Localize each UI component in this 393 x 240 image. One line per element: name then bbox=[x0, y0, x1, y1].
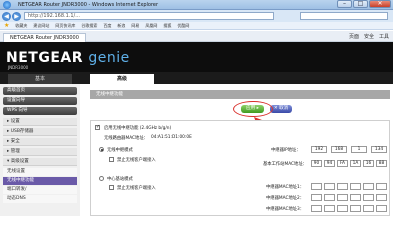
favorite-link[interactable]: 网易 bbox=[131, 23, 139, 29]
base-station-mode-radio[interactable] bbox=[99, 176, 104, 181]
safety-menu[interactable]: 安全 bbox=[364, 33, 374, 40]
sidebar-item-advanced-home[interactable]: 高级首页 bbox=[3, 87, 77, 95]
sidebar-item-wireless-repeating[interactable]: 无线中继功能 bbox=[3, 177, 77, 185]
sidebar-item-setup-wizard[interactable]: 设置向导 bbox=[3, 97, 77, 105]
disable-client-checkbox[interactable] bbox=[109, 157, 114, 162]
sidebar-item-security[interactable]: ▸ 安全 bbox=[3, 138, 77, 146]
repeater-mac-1-byte[interactable] bbox=[376, 183, 387, 190]
forward-icon[interactable]: ▶ bbox=[12, 12, 21, 21]
star-icon[interactable]: ★ bbox=[4, 22, 9, 29]
minimize-button[interactable]: – bbox=[337, 0, 352, 8]
enable-repeater-checkbox[interactable] bbox=[95, 124, 100, 130]
sidebar-item-port-forwarding[interactable]: 端口转发/ bbox=[3, 186, 77, 194]
repeater-mac-1-byte[interactable] bbox=[337, 183, 348, 190]
repeater-ip-octet-4[interactable]: 134 bbox=[371, 146, 387, 153]
repeater-ip-octet-3[interactable]: 1 bbox=[351, 146, 367, 153]
favorite-link[interactable]: 谷歌搜索 bbox=[81, 23, 97, 29]
repeater-mac-2-byte[interactable] bbox=[376, 194, 387, 201]
ie-logo-icon bbox=[3, 1, 11, 9]
page-menu[interactable]: 页面 bbox=[349, 33, 359, 40]
maximize-button[interactable]: □ bbox=[353, 0, 368, 8]
repeater-mac-3-byte[interactable] bbox=[350, 205, 361, 212]
sidebar-item-wireless-settings[interactable]: 无线设置 bbox=[3, 168, 77, 176]
favorite-link[interactable]: 网页快讯库 bbox=[55, 23, 75, 29]
repeater-mac-3-byte[interactable] bbox=[376, 205, 387, 212]
brand-name: NETGEAR bbox=[6, 50, 83, 66]
router-banner: NETGEAR genie JNDR3000 bbox=[0, 42, 393, 72]
sidebar-item-usb-storage[interactable]: ▸ USB存储器 bbox=[3, 128, 77, 136]
sidebar: 高级首页 设置向导 WPS 向导 ▸ 设置 ▸ USB存储器 ▸ 安全 ▸ 管理… bbox=[0, 84, 80, 216]
sidebar-item-setup[interactable]: ▸ 设置 bbox=[3, 118, 77, 126]
repeater-options-panel: 启用无线中继功能 (2.4GHz b/g/n) 无线路由器MAC地址： 04:A… bbox=[90, 120, 390, 216]
model-number: JNDR3000 bbox=[8, 65, 29, 70]
favorite-link[interactable]: 搜狐 bbox=[163, 23, 171, 29]
tab-advanced[interactable]: 高级 bbox=[90, 74, 154, 84]
search-input[interactable] bbox=[300, 12, 388, 20]
repeater-mac-3-byte[interactable] bbox=[363, 205, 374, 212]
repeater-mac-1-byte[interactable] bbox=[363, 183, 374, 190]
product-name: genie bbox=[88, 50, 130, 66]
command-bar: 页面 安全 工具 bbox=[349, 33, 389, 40]
favorite-link[interactable]: 百度 bbox=[103, 23, 111, 29]
base-mac-byte-5[interactable]: 16 bbox=[363, 160, 374, 167]
repeater-mode-label: 无线中继模式 bbox=[107, 148, 133, 153]
disable-client-label-2: 禁止无线客户端接入 bbox=[117, 186, 156, 191]
repeater-ip-label: 中继器IP地址： bbox=[271, 148, 301, 153]
repeater-mac-1-byte[interactable] bbox=[350, 183, 361, 190]
repeater-mac-2-label: 中继器MAC地址2： bbox=[266, 196, 305, 201]
disable-client-checkbox-2[interactable] bbox=[109, 185, 114, 190]
sidebar-item-administration[interactable]: ▸ 管理 bbox=[3, 148, 77, 156]
disable-client-label: 禁止无线客户端接入 bbox=[117, 158, 156, 163]
repeater-mac-1-byte[interactable] bbox=[311, 183, 322, 190]
favorite-link[interactable]: 新浪 bbox=[117, 23, 125, 29]
favorite-link[interactable]: 凤凰网 bbox=[145, 23, 157, 29]
main-content: 无线中继功能 应用 ▸ ✕ 取消 启用无线中继功能 (2.4GHz b/g/n)… bbox=[82, 84, 393, 216]
repeater-mac-2-byte[interactable] bbox=[350, 194, 361, 201]
repeater-mac-2-byte[interactable] bbox=[311, 194, 322, 201]
repeater-mac-3-byte[interactable] bbox=[337, 205, 348, 212]
base-mac-byte-3[interactable]: FA bbox=[337, 160, 348, 167]
repeater-mac-1-byte[interactable] bbox=[324, 183, 335, 190]
repeater-ip-octet-1[interactable]: 192 bbox=[311, 146, 327, 153]
favorites-bar: ★ 收藏夹 建议网站 网页快讯库 谷歌搜索 百度 新浪 网易 凤凰网 搜狐 优酷… bbox=[0, 22, 393, 30]
browser-tab[interactable]: NETGEAR Router JNDR3000 bbox=[3, 33, 86, 42]
repeater-mac-2-byte[interactable] bbox=[337, 194, 348, 201]
repeater-mac-3-byte[interactable] bbox=[324, 205, 335, 212]
browser-tab-bar: NETGEAR Router JNDR3000 页面 安全 工具 bbox=[0, 31, 393, 42]
repeater-mac-2-byte[interactable] bbox=[363, 194, 374, 201]
base-station-mac-label: 基本工作站MAC地址： bbox=[263, 162, 307, 167]
main-tabs: 基本 高级 bbox=[0, 72, 393, 84]
enable-repeater-label: 启用无线中继功能 (2.4GHz b/g/n) bbox=[104, 126, 172, 131]
address-bar: ◀ ▶ http://192.168.1.1/... bbox=[0, 10, 393, 22]
favorite-link[interactable]: 收藏夹 bbox=[15, 23, 27, 29]
base-station-mode-label: 中心基站模式 bbox=[107, 177, 133, 182]
repeater-mac-3-byte[interactable] bbox=[311, 205, 322, 212]
favorite-link[interactable]: 建议网站 bbox=[33, 23, 49, 29]
close-button[interactable]: ✕ bbox=[369, 0, 391, 8]
repeater-ip-octet-2[interactable]: 168 bbox=[331, 146, 347, 153]
sidebar-item-dynamic-dns[interactable]: 动态DNS bbox=[3, 195, 77, 203]
window-titlebar: NETGEAR Router JNDR3000 - Windows Intern… bbox=[0, 0, 393, 10]
favorite-link[interactable]: 优酷网 bbox=[177, 23, 189, 29]
back-icon[interactable]: ◀ bbox=[2, 12, 11, 21]
repeater-mac-1-label: 中继器MAC地址1： bbox=[266, 185, 305, 190]
tab-basic[interactable]: 基本 bbox=[8, 74, 72, 84]
sidebar-item-wps-wizard[interactable]: WPS 向导 bbox=[3, 107, 77, 115]
wireless-mac-label: 无线路由器MAC地址： bbox=[104, 136, 148, 141]
repeater-mac-3-label: 中继器MAC地址3： bbox=[266, 207, 305, 212]
tools-menu[interactable]: 工具 bbox=[379, 33, 389, 40]
url-input[interactable]: http://192.168.1.1/... bbox=[24, 12, 274, 20]
window-controls: – □ ✕ bbox=[337, 0, 391, 9]
wireless-mac-value: 04:A1:51:D1:00:0E bbox=[151, 135, 192, 140]
base-mac-byte-1[interactable]: 90 bbox=[311, 160, 322, 167]
window-title: NETGEAR Router JNDR3000 - Windows Intern… bbox=[18, 2, 159, 8]
base-mac-byte-2[interactable]: 94 bbox=[324, 160, 335, 167]
repeater-mode-radio[interactable] bbox=[99, 147, 104, 152]
netgear-logo: NETGEAR genie bbox=[6, 50, 130, 66]
repeater-mac-2-byte[interactable] bbox=[324, 194, 335, 201]
base-mac-byte-6[interactable]: 88 bbox=[376, 160, 387, 167]
base-mac-byte-4[interactable]: 1A bbox=[350, 160, 361, 167]
sidebar-item-advanced-setup[interactable]: ▾ 高级设置 bbox=[3, 158, 77, 166]
